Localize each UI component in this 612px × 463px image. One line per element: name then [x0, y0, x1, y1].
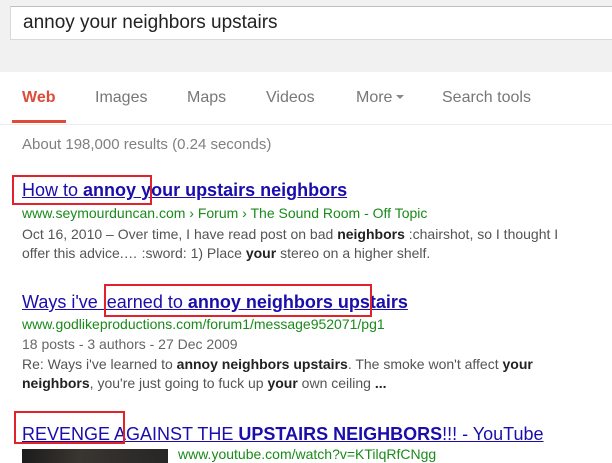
snippet-line: Oct 16, 2010 – Over time, I have read po… [22, 226, 559, 242]
search-input[interactable] [11, 7, 612, 39]
tab-search-tools[interactable]: Search tools [442, 89, 531, 107]
result-snippet: Re: Ways i've learned to annoy neighbors… [22, 355, 533, 393]
result-title[interactable]: REVENGE AGAINST THE UPSTAIRS NEIGHBORS!!… [22, 424, 544, 445]
tab-videos[interactable]: Videos [266, 89, 315, 107]
search-header [0, 0, 612, 72]
result-url: www.youtube.com/watch?v=KTilqRfCNgg [178, 446, 437, 462]
snippet-line: offer this advice.… :sword: 1) Place you… [22, 245, 431, 261]
snippet-line: neighbors, you're just going to fuck up … [22, 375, 387, 391]
search-box[interactable] [10, 6, 612, 40]
result-url: www.godlikeproductions.com/forum1/messag… [22, 316, 385, 332]
result-stats: About 198,000 results (0.24 seconds) [22, 136, 272, 153]
tab-more-label: More [356, 89, 393, 106]
result-meta: 18 posts - 3 authors - 27 Dec 2009 [22, 336, 238, 352]
video-thumbnail[interactable] [22, 449, 168, 463]
tab-more[interactable]: More [356, 89, 405, 107]
search-tabs: Web Images Maps Videos More Search tools [0, 72, 612, 125]
tab-web[interactable]: Web [22, 89, 55, 107]
result-title[interactable]: How to annoy your upstairs neighbors [22, 180, 347, 201]
tab-maps[interactable]: Maps [187, 89, 226, 107]
result-snippet: Oct 16, 2010 – Over time, I have read po… [22, 225, 558, 263]
result-title[interactable]: Ways i've learned to annoy neighbors ups… [22, 292, 408, 313]
chevron-down-icon [396, 94, 405, 99]
active-tab-indicator [12, 120, 66, 123]
tab-images[interactable]: Images [95, 89, 147, 107]
result-url: www.seymourduncan.com › Forum › The Soun… [22, 205, 428, 221]
snippet-line: Re: Ways i've learned to annoy neighbors… [22, 356, 533, 372]
